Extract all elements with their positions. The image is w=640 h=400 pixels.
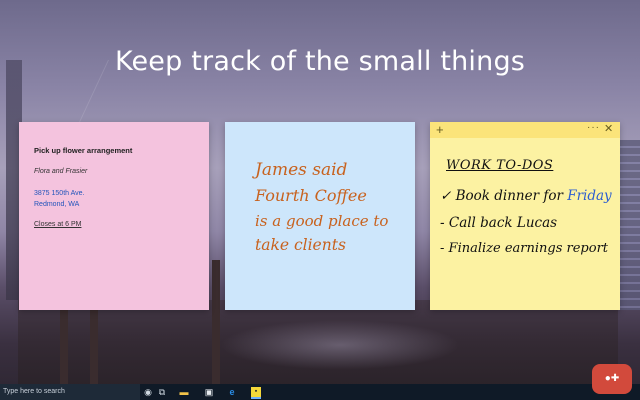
store-icon[interactable]: ▣ [203,386,215,398]
note-closing-time: Closes at 6 PM [34,221,82,228]
check-icon: ✓ [440,188,452,204]
edge-icon[interactable]: e [226,386,238,398]
sticky-note-pink[interactable]: Pick up flower arrangement Flora and Fra… [19,122,209,310]
taskbar: Type here to search ◉ ⧉ ▬ ▣ e ▪ [0,384,640,400]
handwriting-line: is a good place to [255,212,389,230]
note-title: WORK TO-DOS [446,158,554,173]
taskbar-search-input[interactable]: Type here to search [0,384,140,400]
sticky-note-yellow[interactable]: + ··· ✕ WORK TO-DOS ✓ Book dinner for Fr… [430,122,620,310]
note-address[interactable]: 3875 150th Ave. Redmond, WA [34,188,84,210]
water-reflection [220,320,460,370]
todo-item: - Call back Lucas [440,215,557,231]
todo-text: Book dinner for [455,188,563,204]
handwriting-line: James said [255,160,348,180]
address-line-1[interactable]: 3875 150th Ave. [34,188,84,199]
file-explorer-icon[interactable]: ▬ [178,386,190,398]
note-header-bar[interactable]: + ··· ✕ [430,122,620,138]
sticky-notes-icon[interactable]: ▪ [251,387,261,399]
mic-icon[interactable]: ◉ [142,386,154,398]
watermark-logo-icon: ●✚ [592,364,632,394]
note-title: Pick up flower arrangement [34,146,133,155]
todo-text: Finalize earnings report [448,241,609,256]
headline: Keep track of the small things [114,46,526,77]
task-view-icon[interactable]: ⧉ [156,386,168,398]
todo-text: Call back Lucas [448,215,558,231]
more-icon[interactable]: ··· [587,122,600,133]
todo-item: ✓ Book dinner for Friday [440,188,612,204]
note-subtitle: Flora and Frasier [34,168,88,175]
handwriting-line: take clients [255,236,346,254]
dash-bullet: - [440,215,445,231]
todo-highlight: Friday [567,188,612,204]
sticky-note-blue[interactable]: James said Fourth Coffee is a good place… [225,122,415,310]
address-line-2[interactable]: Redmond, WA [34,199,84,210]
close-icon[interactable]: ✕ [604,122,613,135]
plus-icon[interactable]: + [436,123,444,137]
handwriting-line: Fourth Coffee [255,186,367,205]
dash-bullet: - [440,241,445,256]
todo-item: - Finalize earnings report [440,241,608,256]
pier-post [212,260,220,385]
